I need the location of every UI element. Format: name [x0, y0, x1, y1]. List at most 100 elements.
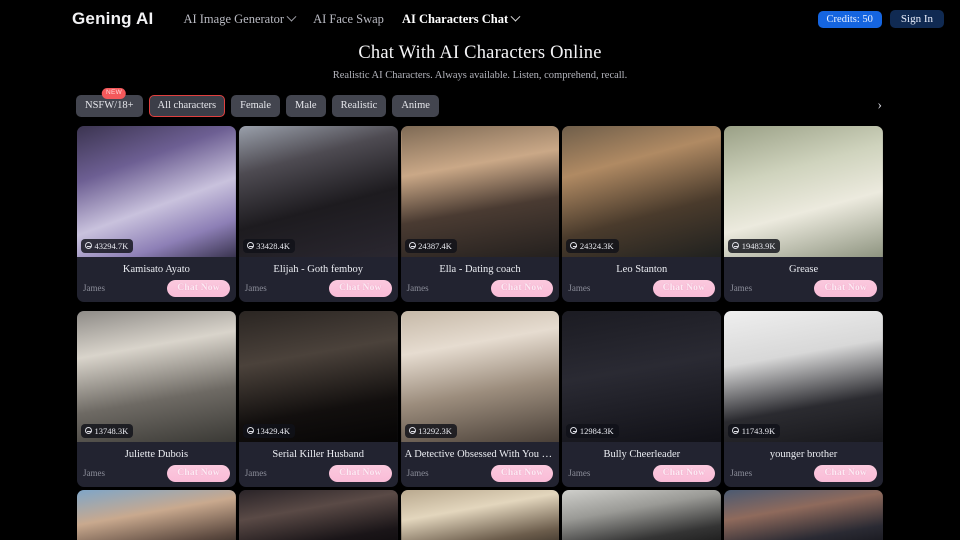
filter-chip-nsfw[interactable]: NEW NSFW/18+	[76, 87, 143, 118]
chip-label: NSFW/18+	[85, 99, 134, 111]
hero-section: Chat With AI Characters Online Realistic…	[0, 38, 960, 83]
chat-now-button[interactable]: Chat Now	[329, 464, 392, 482]
character-card[interactable]: 24324.3K Leo Stanton James Chat Now	[562, 126, 722, 302]
character-card[interactable]: 13748.3K Juliette Dubois James Chat Now	[77, 311, 236, 487]
chip-label: All characters	[157, 99, 217, 111]
character-author: James	[568, 468, 591, 479]
card-footer: James Chat Now	[239, 464, 398, 482]
character-card[interactable]: 33428.4K Elijah - Goth femboy James Chat No…	[238, 126, 398, 302]
character-image	[77, 490, 236, 540]
character-grid-row-1: 43294.7K Kamisato Ayato James Chat Now 33428…	[0, 126, 960, 302]
card-footer: James Chat Now	[401, 279, 560, 297]
speech-bubble-icon	[570, 427, 578, 435]
character-card[interactable]	[77, 490, 236, 540]
chat-count-badge: 11743.9K	[728, 423, 781, 438]
page-subtitle: Realistic AI Characters. Always availabl…	[332, 70, 628, 81]
character-image: 13429.4K	[238, 311, 398, 442]
character-grid-row-2: 13748.3K Juliette Dubois James Chat Now 1342…	[0, 311, 960, 487]
chat-now-button[interactable]: Chat Now	[814, 464, 877, 482]
speech-bubble-icon	[408, 427, 416, 435]
character-card[interactable]: 24387.4K Ella - Dating coach James Chat Now	[400, 126, 560, 302]
character-image: 11743.9K	[724, 311, 883, 442]
character-author: James	[406, 468, 429, 479]
chat-now-button[interactable]: Chat Now	[814, 279, 877, 297]
filter-chip-list: NEW NSFW/18+ All characters Female Male …	[76, 87, 439, 118]
nav-item-ai-image-generator[interactable]: AI Image Generator	[183, 11, 297, 27]
sign-in-button[interactable]: Sign In	[889, 10, 944, 28]
chat-now-button[interactable]: Chat Now	[167, 279, 230, 297]
character-name: Elijah - Goth femboy	[273, 264, 363, 275]
chat-count-badge: 13429.4K	[242, 423, 296, 438]
character-card[interactable]	[238, 490, 398, 540]
chat-now-button[interactable]: Chat Now	[329, 279, 392, 297]
filter-chip-anime[interactable]: Anime	[392, 94, 439, 118]
chip-label: Male	[295, 99, 317, 111]
character-author: James	[244, 468, 267, 479]
chat-now-button[interactable]: Chat Now	[652, 279, 716, 297]
chat-count-badge: 13292.3K	[404, 423, 457, 438]
chat-now-button[interactable]: Chat Now	[652, 464, 716, 482]
character-author: James	[568, 283, 591, 294]
character-image: 43294.7K	[77, 126, 236, 257]
character-name: Ella - Dating coach	[439, 264, 521, 275]
chevron-down-icon	[510, 11, 521, 22]
chat-now-button[interactable]: Chat Now	[490, 464, 554, 482]
character-card[interactable]	[400, 490, 560, 540]
nav-item-ai-face-swap[interactable]: AI Face Swap	[313, 12, 384, 27]
character-image: 12984.3K	[562, 311, 722, 442]
character-card[interactable]: 12984.3K Bully Cheerleader James Chat Now	[562, 311, 722, 487]
chat-count-badge: 24324.3K	[566, 238, 619, 253]
character-author: James	[406, 283, 429, 294]
speech-bubble-icon	[85, 427, 92, 435]
chat-count-badge: 12984.3K	[566, 423, 619, 438]
chat-now-button[interactable]: Chat Now	[167, 464, 230, 482]
character-card[interactable]	[724, 490, 883, 540]
character-name: younger brother	[769, 449, 838, 460]
card-footer: James Chat Now	[239, 279, 398, 297]
speech-bubble-icon	[408, 242, 416, 250]
chat-count-badge: 19483.9K	[728, 238, 781, 253]
brand-logo[interactable]: Gening AI	[72, 9, 153, 29]
chat-count-badge: 24387.4K	[404, 238, 457, 253]
character-author: James	[83, 468, 105, 479]
character-card[interactable]: 11743.9K younger brother James Chat Now	[724, 311, 883, 487]
character-author: James	[730, 468, 753, 479]
card-footer: James Chat Now	[724, 279, 883, 297]
chip-label: Female	[240, 99, 272, 111]
character-image: 24324.3K	[562, 126, 722, 257]
speech-bubble-icon	[570, 242, 578, 250]
character-name: Juliette Dubois	[124, 449, 189, 460]
character-card[interactable]: 43294.7K Kamisato Ayato James Chat Now	[77, 126, 236, 302]
character-image: 13292.3K	[400, 311, 560, 442]
nav-label: AI Image Generator	[183, 11, 285, 26]
character-name: Kamisato Ayato	[122, 264, 190, 275]
chat-now-button[interactable]: Chat Now	[490, 279, 554, 297]
chevron-down-icon	[286, 11, 297, 22]
character-card[interactable]	[562, 490, 722, 540]
card-footer: James Chat Now	[77, 279, 236, 297]
header-actions: Credits: 50 Sign In	[817, 10, 944, 28]
chat-count-badge: 33428.4K	[242, 238, 296, 253]
chevron-right-icon[interactable]: ›	[871, 97, 888, 115]
character-image: 19483.9K	[724, 126, 883, 257]
character-card[interactable]: 13292.3K A Detective Obsessed With You - …	[400, 311, 560, 487]
chat-count-badge: 43294.7K	[81, 238, 134, 253]
character-card[interactable]: 19483.9K Grease James Chat Now	[724, 126, 883, 302]
credits-button[interactable]: Credits: 50	[817, 10, 882, 28]
filter-chip-male[interactable]: Male	[286, 94, 326, 118]
chat-count-value: 11743.9K	[741, 425, 776, 436]
nav-item-ai-characters-chat[interactable]: AI Characters Chat	[402, 11, 521, 27]
filter-chip-realistic[interactable]: Realistic	[331, 94, 387, 118]
speech-bubble-icon	[246, 427, 254, 435]
filter-chip-all-characters[interactable]: All characters	[148, 94, 226, 118]
character-grid-row-3	[0, 490, 960, 540]
chip-label: Anime	[401, 99, 430, 111]
character-name: A Detective Obsessed With You - Luna	[404, 449, 560, 460]
card-footer: James Chat Now	[401, 464, 560, 482]
card-footer: James Chat Now	[562, 279, 721, 297]
main-nav: AI Image Generator AI Face Swap AI Chara…	[183, 11, 521, 27]
character-card[interactable]: 13429.4K Serial Killer Husband James Chat N…	[238, 311, 398, 487]
filter-chip-female[interactable]: Female	[231, 94, 281, 118]
card-footer: James Chat Now	[724, 464, 883, 482]
character-image	[238, 490, 398, 540]
